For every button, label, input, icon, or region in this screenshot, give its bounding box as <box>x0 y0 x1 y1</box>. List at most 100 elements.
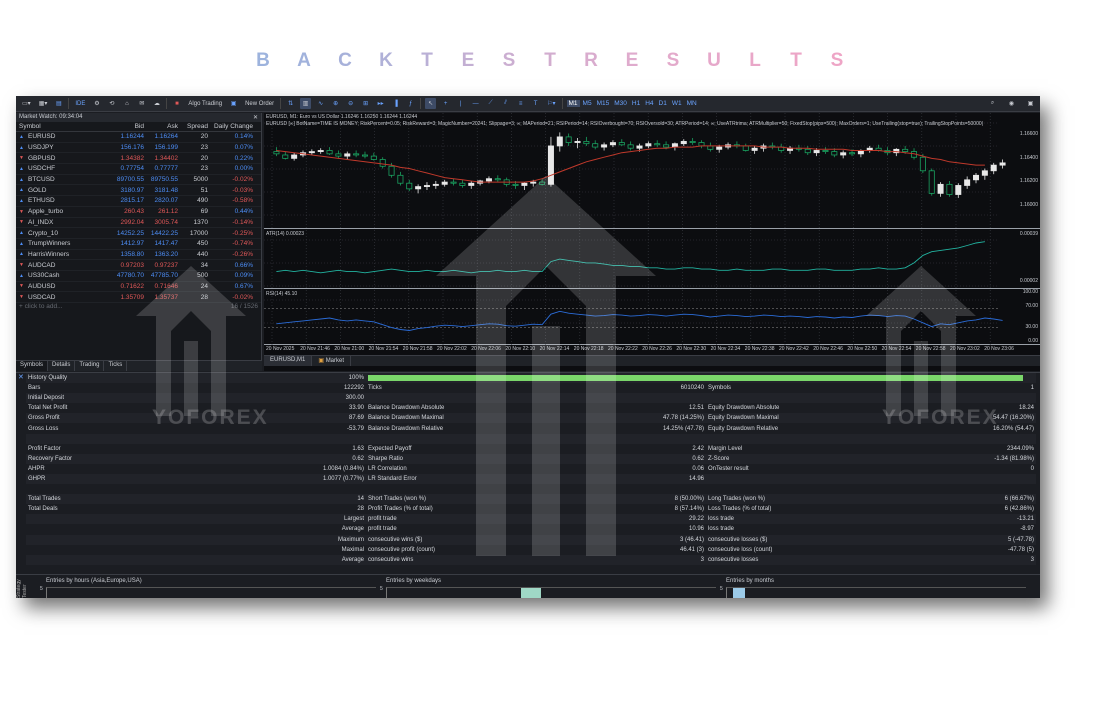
shapes-icon[interactable]: ⚐▾ <box>545 98 557 109</box>
tab-details[interactable]: Details <box>48 361 76 371</box>
account-icon[interactable]: ◉ <box>1006 98 1017 109</box>
report-cell: Profit Trades (% of total) <box>368 506 433 513</box>
timeframe-m5[interactable]: M5 <box>581 100 594 107</box>
report-cell: Recovery Factor <box>26 453 126 464</box>
report-cell: profit trade <box>368 526 397 533</box>
market-watch-add-row[interactable]: + click to add... 16 / 1526 <box>16 303 261 313</box>
market-watch-row[interactable]: ▲ BTCUSD 89700.55 89750.55 5000 -0.02% <box>16 175 261 186</box>
text-icon[interactable]: T <box>530 98 541 109</box>
bid-cell: 1.34382 <box>120 154 145 162</box>
candle-body <box>636 145 643 149</box>
timeframe-w1[interactable]: W1 <box>670 100 684 107</box>
chart-shift-icon[interactable]: ▐ <box>390 98 401 109</box>
report-cell <box>26 545 126 555</box>
col-bid[interactable]: Bid <box>112 123 144 130</box>
timeframe-m15[interactable]: M15 <box>595 100 612 107</box>
zoom-out-icon[interactable]: ⊖ <box>345 98 356 109</box>
ask-cell: 1363.20 <box>154 250 179 258</box>
tab-eurusd-m1[interactable]: EURUSD,M1 <box>264 356 313 366</box>
line-chart-icon[interactable]: ∿ <box>315 98 326 109</box>
zoom-in-icon[interactable]: ⊕ <box>330 98 341 109</box>
market-watch-row[interactable]: ▼ Apple_turbo 260.43 261.12 69 0.44% <box>16 207 261 218</box>
community-icon[interactable]: ▣ <box>1025 98 1036 109</box>
report-cell: Expected Payoff <box>368 445 412 452</box>
spread-cell: 69 <box>200 208 208 216</box>
vps-icon[interactable]: ☁ <box>151 98 162 109</box>
fibonacci-icon[interactable]: ≡ <box>515 98 526 109</box>
col-daily-change[interactable]: Daily Change <box>208 123 256 130</box>
auto-scroll-icon[interactable]: ▸▸ <box>375 98 386 109</box>
market-watch-row[interactable]: ▲ US30Cash 47780.70 47785.70 500 0.09% <box>16 271 261 282</box>
price-chart <box>264 113 1006 229</box>
arrow-down-icon: ▼ <box>19 294 24 301</box>
timeframe-h1[interactable]: H1 <box>630 100 642 107</box>
report-cell <box>26 514 126 525</box>
market-watch-row[interactable]: ▲ TrumpWinners 1412.97 1417.47 450 -0.74% <box>16 239 261 250</box>
trend-line-icon[interactable]: ⟋ <box>485 98 496 109</box>
market-watch-header: Symbol Bid Ask Spread Daily Change <box>16 122 261 132</box>
refresh-icon[interactable]: ⟲ <box>106 98 117 109</box>
candle-chart-icon[interactable]: ▥ <box>300 98 312 109</box>
market-watch-row[interactable]: ▲ ETHUSD 2815.17 2820.07 490 -0.58% <box>16 196 261 207</box>
market-watch-row[interactable]: ▲ HarrisWinners 1358.80 1363.20 440 -0.26% <box>16 250 261 261</box>
market-watch-row[interactable]: ▼ AUDUSD 0.71622 0.71646 24 0.67% <box>16 282 261 293</box>
tab-market[interactable]: ▣ Market <box>312 356 352 366</box>
market-watch-row[interactable]: ▲ EURUSD 1.16244 1.16264 20 0.14% <box>16 132 261 143</box>
candle-body <box>450 181 457 184</box>
market-watch-row[interactable]: ▼ AUDCAD 0.97203 0.97237 34 0.66% <box>16 260 261 271</box>
close-icon[interactable]: ✕ <box>253 114 258 121</box>
candle-body <box>902 148 909 152</box>
col-symbol[interactable]: Symbol <box>16 123 112 130</box>
ask-cell: 1417.47 <box>154 240 179 248</box>
timeframe-m1[interactable]: M1 <box>566 100 580 107</box>
ask-cell: 1.16264 <box>154 133 179 141</box>
tab-symbols[interactable]: Symbols <box>16 361 49 371</box>
timeframe-h4[interactable]: H4 <box>643 100 655 107</box>
new-order-button[interactable]: New Order <box>243 98 276 109</box>
channel-icon[interactable]: ⫽ <box>500 98 511 109</box>
bar-chart-icon[interactable]: ⇅ <box>285 98 296 109</box>
tab-ticks[interactable]: Ticks <box>104 361 128 371</box>
strategy-tester-side-tab[interactable]: Strategy Tester <box>16 566 28 598</box>
strategy-icon[interactable]: ⚙ <box>91 98 102 109</box>
rsi-pane[interactable]: RSI(14) 45.10 100.00 70.00 30.00 0.00 <box>264 289 1040 345</box>
indicators-icon[interactable]: ƒ <box>405 98 416 109</box>
vertical-line-icon[interactable]: | <box>455 98 466 109</box>
price-pane[interactable]: EURUSD, M1: Euro vs US Dollar 1.16246 1.… <box>264 113 1040 229</box>
entries-by-months-title: Entries by months <box>726 578 775 584</box>
report-cell: 87.69 <box>126 413 366 424</box>
symbol-name: USDJPY <box>28 144 54 152</box>
market-watch-row[interactable]: ▲ GOLD 3180.97 3181.48 51 -0.03% <box>16 185 261 197</box>
cursor-icon[interactable]: ↖ <box>425 98 437 109</box>
market-watch-row[interactable]: ▲ USDCHF 0.77754 0.77777 23 0.00% <box>16 164 261 175</box>
tab-trading[interactable]: Trading <box>75 361 105 371</box>
market-watch-row[interactable]: ▼ AI_INDX 2992.04 3005.74 1370 -0.14% <box>16 218 261 229</box>
signals-icon[interactable]: ✉ <box>136 98 147 109</box>
ide-icon[interactable]: IDE <box>73 98 87 109</box>
horizontal-line-icon[interactable]: — <box>470 98 481 109</box>
close-tester-icon[interactable]: ✕ <box>18 373 24 381</box>
report-cell: -1.34 (81.98%) <box>826 453 1036 464</box>
tile-windows-icon[interactable]: ⊞ <box>360 98 371 109</box>
market-watch-row[interactable]: ▲ USDJPY 156.176 156.199 23 0.07% <box>16 143 261 154</box>
change-cell: 0.09% <box>234 272 253 280</box>
symbol-name: EURUSD <box>28 133 56 141</box>
crosshair-icon[interactable]: + <box>440 98 451 109</box>
chart-type-icon[interactable]: ▭▾ <box>20 98 33 109</box>
timeframe-d1[interactable]: D1 <box>657 100 669 107</box>
algo-trading-button[interactable]: Algo Trading <box>186 98 224 109</box>
col-spread[interactable]: Spread <box>178 123 208 130</box>
candle-body <box>813 150 820 154</box>
col-ask[interactable]: Ask <box>144 123 178 130</box>
market-watch-row[interactable]: ▼ USDCAD 1.35709 1.35737 28 -0.02% <box>16 292 261 303</box>
search-icon[interactable]: ⌕ <box>987 98 998 109</box>
template-icon[interactable]: ▦▾ <box>37 98 50 109</box>
profiles-icon[interactable]: ▤ <box>53 98 64 109</box>
timeframe-mn[interactable]: MN <box>685 100 699 107</box>
atr-pane[interactable]: ATR(14) 0.00023 0.00039 0.00002 <box>264 230 1040 289</box>
market-icon[interactable]: ⌂ <box>121 98 132 109</box>
chart-window[interactable]: EURUSD, M1: Euro vs US Dollar 1.16246 1.… <box>264 113 1040 371</box>
market-watch-row[interactable]: ▲ Crypto_10 14252.25 14422.25 17000 -0.25% <box>16 228 261 239</box>
timeframe-m30[interactable]: M30 <box>612 100 629 107</box>
market-watch-row[interactable]: ▼ GBPUSD 1.34382 1.34402 20 0.22% <box>16 153 261 165</box>
